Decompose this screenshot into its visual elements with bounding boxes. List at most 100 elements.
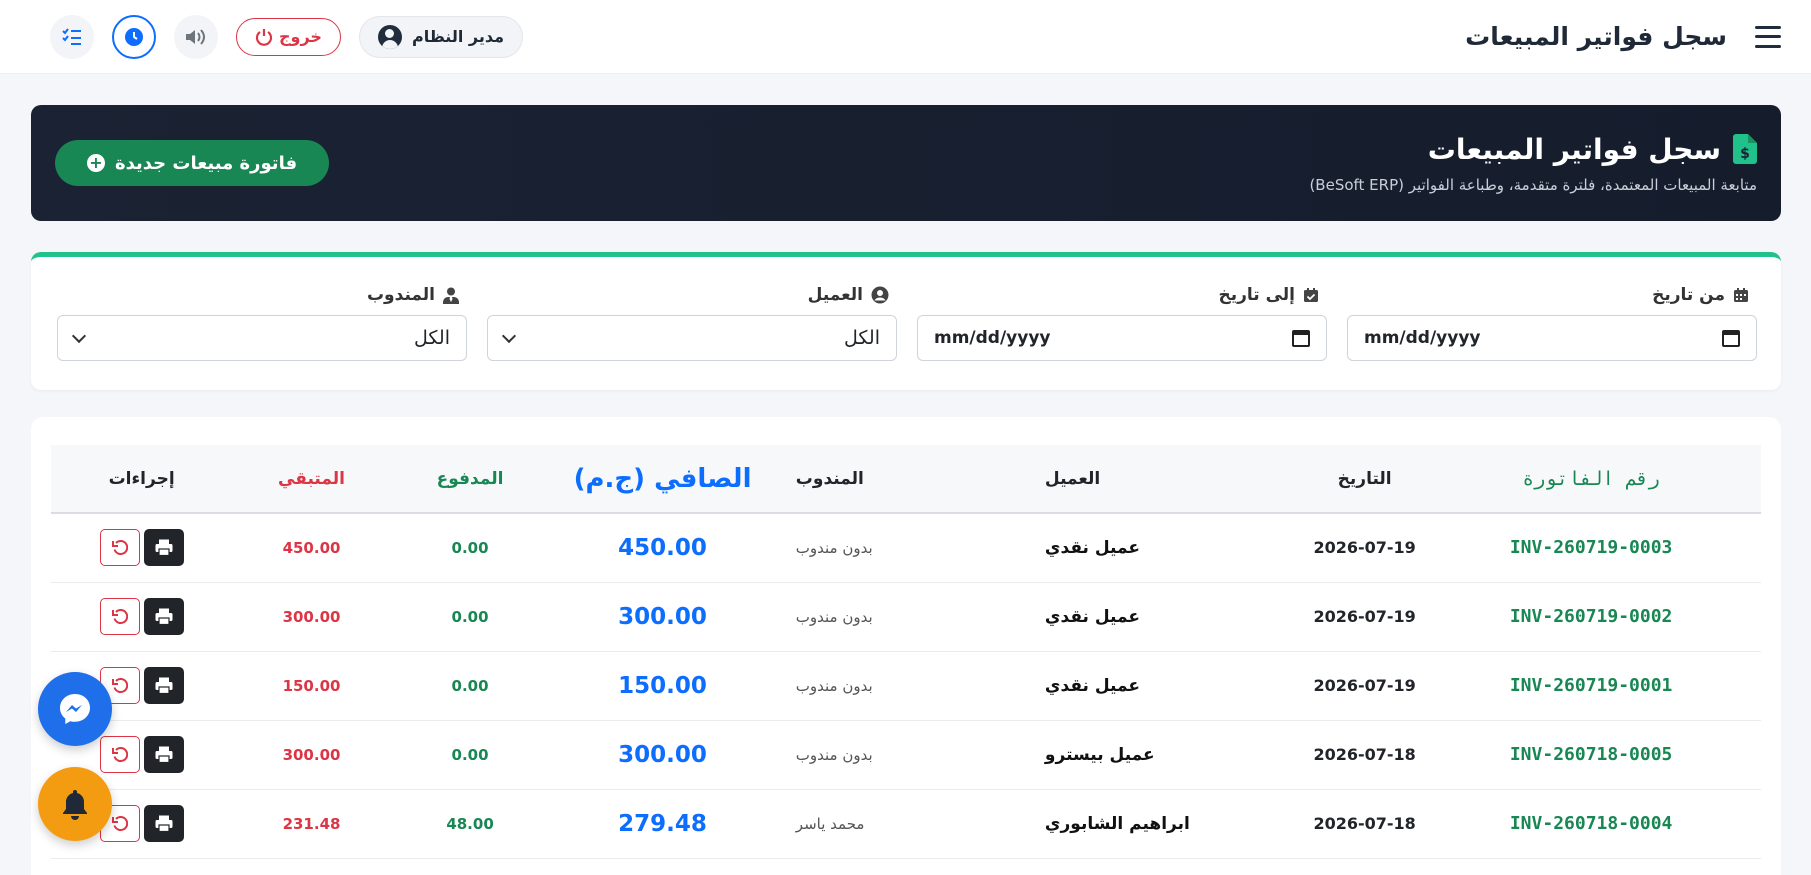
print-invoice-button[interactable]	[143, 805, 184, 842]
print-icon	[155, 746, 173, 763]
logout-label: خروج	[279, 27, 322, 46]
print-invoice-button[interactable]	[143, 529, 184, 567]
invoice-number[interactable]: INV-260718-0005	[1421, 720, 1761, 789]
invoice-number[interactable]: INV-260718-0004	[1421, 789, 1761, 858]
client-label-text: العميل	[807, 285, 863, 305]
navbar-right: سجل فواتير المبيعات	[1465, 22, 1781, 51]
from-date-input[interactable]: mm/dd/yyyy	[1347, 315, 1757, 361]
calendar-picker-icon[interactable]	[1292, 329, 1310, 347]
calendar-icon	[1734, 288, 1748, 302]
from-date-value: mm/dd/yyyy	[1364, 328, 1481, 348]
header-invoice-no[interactable]: رقم الفاتورة	[1421, 445, 1761, 513]
to-date-filter: إلى تاريخ mm/dd/yyyy	[917, 285, 1327, 390]
invoice-dollar-icon: $	[1733, 134, 1757, 164]
invoice-date: 2026-07-18	[1313, 745, 1416, 764]
banner-title: سجل فواتير المبيعات	[1427, 132, 1721, 166]
invoice-number[interactable]: INV-260719-0001	[1421, 651, 1761, 720]
page-header-banner: $ سجل فواتير المبيعات متابعة المبيعات ال…	[31, 105, 1781, 221]
plus-circle-icon: +	[87, 154, 105, 172]
notifications-button[interactable]	[38, 767, 112, 841]
calendar-check-icon	[1304, 288, 1318, 302]
invoice-paid: 0.00	[451, 607, 489, 626]
header-actions: إجراءات	[108, 468, 175, 489]
return-invoice-button[interactable]	[99, 736, 140, 773]
invoice-rep: بدون مندوب	[795, 607, 873, 626]
clock-button[interactable]	[112, 14, 156, 59]
table-header-row: رقم الفاتورة التاريخ العميل المندوب الصا…	[51, 445, 1761, 513]
table-row[interactable]: INV-260718-0004 2026-07-18 ابراهيم الشاب…	[51, 789, 1761, 858]
invoice-client: ابراهيم الشابوري	[1044, 813, 1190, 834]
user-circle-icon	[871, 286, 889, 304]
table-row[interactable]: INV-260718-0005 2026-07-18 عميل بيسترو ب…	[51, 720, 1761, 789]
print-invoice-button[interactable]	[143, 598, 184, 635]
invoice-paid: 48.00	[446, 814, 494, 833]
chevron-down-icon	[71, 328, 87, 343]
header-rep[interactable]: المندوب	[776, 445, 1025, 513]
banner-text: $ سجل فواتير المبيعات متابعة المبيعات ال…	[1309, 133, 1757, 194]
invoice-number[interactable]: INV-260719-0002	[1421, 582, 1761, 651]
return-invoice-button[interactable]	[99, 598, 140, 635]
to-date-value: mm/dd/yyyy	[934, 328, 1051, 348]
invoice-rep: بدون مندوب	[795, 676, 873, 695]
sound-button[interactable]	[174, 14, 218, 59]
user-menu[interactable]: مدير النظام	[358, 15, 523, 58]
return-invoice-button[interactable]	[99, 529, 140, 567]
to-date-label: إلى تاريخ	[917, 285, 1327, 305]
print-invoice-button[interactable]	[143, 736, 184, 773]
table-row[interactable]: INV-260719-0002 2026-07-19 عميل نقدي بدو…	[51, 582, 1761, 651]
chevron-down-icon	[501, 328, 517, 343]
row-actions-group	[99, 736, 184, 773]
from-date-filter: من تاريخ mm/dd/yyyy	[1347, 285, 1757, 390]
row-actions-group	[99, 598, 184, 635]
invoice-date: 2026-07-19	[1313, 607, 1416, 626]
from-date-label-text: من تاريخ	[1652, 285, 1725, 305]
invoice-net: 150.00	[618, 672, 707, 699]
invoice-remaining: 231.48	[282, 814, 341, 833]
invoice-client: عميل نقدي	[1044, 675, 1140, 696]
invoice-net: 300.00	[618, 741, 707, 768]
menu-icon[interactable]	[1755, 25, 1781, 48]
header-paid[interactable]: المدفوع	[391, 445, 550, 513]
new-sales-invoice-button[interactable]: فاتورة مبيعات جديدة +	[55, 140, 330, 186]
svg-text:$: $	[1740, 146, 1750, 162]
invoice-paid: 0.00	[451, 538, 489, 557]
to-date-input[interactable]: mm/dd/yyyy	[917, 315, 1327, 361]
row-actions-group	[99, 667, 184, 704]
logout-button[interactable]: خروج	[236, 17, 341, 56]
user-name: مدير النظام	[411, 27, 504, 46]
invoice-rep: محمد ياسر	[795, 814, 865, 833]
messenger-button[interactable]	[38, 672, 112, 746]
table-row[interactable]: INV-260719-0003 2026-07-19 عميل نقدي بدو…	[51, 513, 1761, 582]
calendar-picker-icon[interactable]	[1722, 329, 1740, 347]
checklist-button[interactable]	[50, 14, 94, 59]
print-invoice-button[interactable]	[143, 667, 184, 704]
print-icon	[155, 608, 173, 625]
header-client[interactable]: العميل	[1025, 445, 1308, 513]
user-tie-icon	[443, 287, 459, 304]
invoice-remaining: 450.00	[282, 538, 341, 557]
invoice-paid: 0.00	[451, 745, 489, 764]
invoice-date: 2026-07-19	[1313, 676, 1416, 695]
row-actions-group	[99, 805, 184, 842]
client-label: العميل	[487, 285, 897, 305]
undo-icon	[111, 677, 128, 693]
row-actions	[51, 582, 232, 651]
invoice-client: عميل نقدي	[1044, 606, 1140, 627]
invoice-number[interactable]: INV-260719-0003	[1421, 513, 1761, 582]
client-select[interactable]: الكل	[487, 315, 897, 361]
row-actions	[51, 513, 232, 582]
speaker-icon	[186, 28, 205, 45]
invoice-remaining: 300.00	[282, 745, 341, 764]
table-row[interactable]: INV-260719-0001 2026-07-19 عميل نقدي بدو…	[51, 651, 1761, 720]
invoice-remaining: 300.00	[282, 607, 341, 626]
banner-subtitle: متابعة المبيعات المعتمدة، فلترة متقدمة، …	[1309, 175, 1757, 194]
header-net[interactable]: الصافي (ج.م)	[549, 445, 775, 513]
bell-icon	[63, 790, 87, 820]
header-date[interactable]: التاريخ	[1308, 445, 1421, 513]
client-filter: العميل الكل	[487, 285, 897, 390]
undo-icon	[111, 539, 128, 555]
rep-select[interactable]: الكل	[57, 315, 467, 361]
clock-icon	[125, 27, 143, 46]
power-icon	[255, 28, 273, 46]
header-remaining[interactable]: المتبقي	[232, 445, 391, 513]
